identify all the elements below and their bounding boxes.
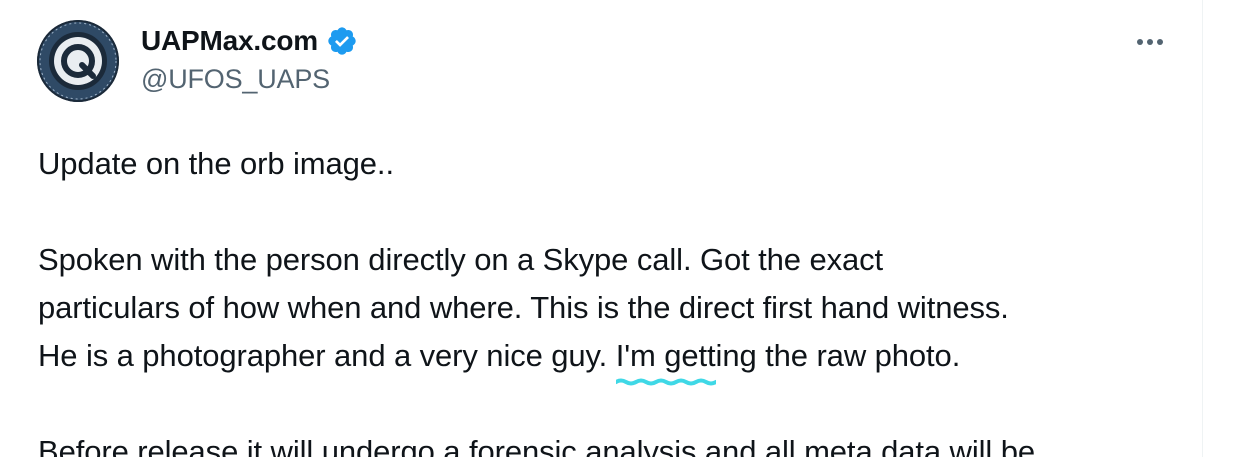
right-gutter xyxy=(1203,0,1248,457)
highlighted-text-content: I'm getting the raw photo. xyxy=(615,338,961,373)
tweet-card: UAPMax.com @UFOS_UAPS Update on the orb … xyxy=(0,0,1203,457)
highlight-underline xyxy=(615,378,716,386)
tweet-line: Update on the orb image.. xyxy=(38,146,394,181)
more-options-button[interactable] xyxy=(1126,24,1174,60)
tweet-text: Update on the orb image.. Spoken with th… xyxy=(38,140,1188,457)
author-block: UAPMax.com @UFOS_UAPS xyxy=(141,22,358,95)
name-row: UAPMax.com xyxy=(141,22,358,60)
verified-badge-icon[interactable] xyxy=(326,25,358,57)
highlighted-text: I'm getting the raw photo. xyxy=(615,332,961,386)
avatar[interactable] xyxy=(37,20,119,102)
tweet-text-segment: He is a photographer and a very nice guy… xyxy=(38,338,616,373)
tweet-line: Spoken with the person directly on a Sky… xyxy=(38,242,884,277)
tweet-line: He is a photographer and a very nice guy… xyxy=(38,332,1188,386)
display-name[interactable]: UAPMax.com xyxy=(141,25,318,57)
tweet-line: Before release it will undergo a forensi… xyxy=(38,434,1035,457)
handle[interactable]: @UFOS_UAPS xyxy=(141,64,358,95)
tweet-line: particulars of how when and where. This … xyxy=(38,290,1009,325)
uapmax-logo-icon xyxy=(37,20,119,102)
more-options-icon xyxy=(1137,39,1163,45)
